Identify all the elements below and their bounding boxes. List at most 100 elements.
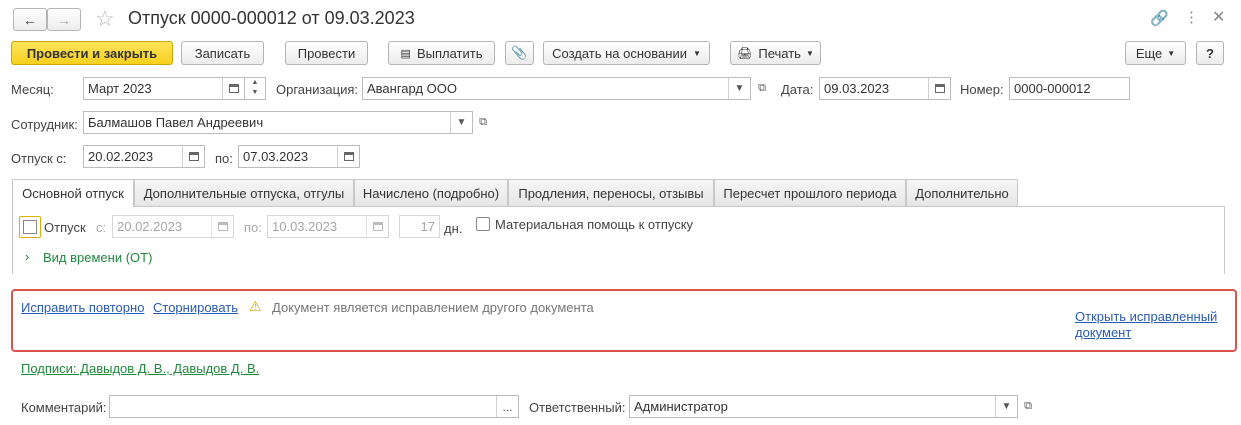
number-field[interactable]: 0000-000012 bbox=[1009, 77, 1130, 100]
back-button[interactable]: ← bbox=[13, 8, 47, 31]
organization-value: Авангард ООО bbox=[367, 81, 457, 96]
arrow-right-icon: → bbox=[57, 11, 71, 28]
save-label: Записать bbox=[194, 45, 251, 61]
vacation-from-field[interactable]: 20.02.2023 bbox=[83, 145, 205, 168]
main-from-field: 20.02.2023 bbox=[112, 215, 234, 238]
open-corrected-link[interactable]: Открыть исправленный документ bbox=[1075, 309, 1217, 341]
employee-field[interactable]: Балмашов Павел Андреевич ▼ bbox=[83, 111, 473, 134]
help-label: ? bbox=[1206, 45, 1214, 61]
create-based-on-button[interactable]: Создать на основании ▼ bbox=[543, 41, 710, 65]
arrow-left-icon: ← bbox=[23, 11, 37, 28]
employee-value: Балмашов Павел Андреевич bbox=[88, 115, 264, 130]
comment-field[interactable]: ... bbox=[109, 395, 519, 418]
create-based-on-label: Создать на основании bbox=[552, 45, 687, 61]
dropdown-arrow-icon[interactable]: ▼ bbox=[450, 112, 472, 133]
dropdown-arrow-icon: ▼ bbox=[805, 48, 814, 58]
dropdown-arrow-icon: ▼ bbox=[1167, 48, 1176, 58]
chevron-right-icon[interactable]: › bbox=[25, 249, 29, 264]
calendar-icon[interactable] bbox=[337, 146, 359, 167]
employee-label: Сотрудник: bbox=[11, 117, 78, 132]
comment-label: Комментарий: bbox=[21, 400, 107, 415]
number-value: 0000-000012 bbox=[1014, 81, 1091, 96]
date-field[interactable]: 09.03.2023 bbox=[819, 77, 951, 100]
calendar-icon[interactable] bbox=[928, 78, 950, 99]
tab-additional-vacations[interactable]: Дополнительные отпуска, отгулы bbox=[134, 179, 354, 206]
calendar-icon[interactable] bbox=[182, 146, 204, 167]
pay-button[interactable]: ▤ Выплатить bbox=[388, 41, 495, 65]
pay-label: Выплатить bbox=[416, 45, 483, 61]
attach-button[interactable]: 📎 bbox=[505, 41, 534, 65]
organization-label: Организация: bbox=[276, 82, 359, 97]
print-button[interactable]: 🖨 Печать ▼ bbox=[730, 41, 821, 65]
vacation-checkbox-label: Отпуск bbox=[44, 220, 86, 235]
print-label: Печать bbox=[758, 45, 801, 61]
tab-label: Дополнительно bbox=[915, 185, 1009, 201]
vacation-from-label: Отпуск с: bbox=[11, 151, 67, 166]
printer-icon: 🖨 bbox=[737, 46, 753, 60]
fix-again-link[interactable]: Исправить повторно bbox=[21, 300, 144, 315]
favorite-star-icon[interactable]: ☆ bbox=[95, 6, 115, 32]
save-button[interactable]: Записать bbox=[181, 41, 264, 65]
pay-icon: ▤ bbox=[400, 47, 411, 60]
days-value: 17 bbox=[420, 219, 435, 234]
vacation-to-label: по: bbox=[215, 151, 233, 166]
date-label: Дата: bbox=[781, 82, 814, 97]
vacation-checkbox[interactable] bbox=[19, 216, 41, 238]
dropdown-arrow-icon[interactable]: ▼ bbox=[995, 396, 1017, 417]
month-value: Март 2023 bbox=[88, 81, 152, 96]
close-icon[interactable]: ✕ bbox=[1212, 7, 1225, 27]
open-corrected-line2: документ bbox=[1075, 325, 1132, 340]
tab-label: Основной отпуск bbox=[22, 186, 124, 201]
organization-field[interactable]: Авангард ООО ▼ bbox=[362, 77, 751, 100]
dropdown-arrow-icon: ▼ bbox=[692, 48, 701, 58]
calendar-icon bbox=[366, 216, 388, 237]
month-stepper[interactable]: ▲ ▼ bbox=[245, 77, 266, 100]
vacation-from-value: 20.02.2023 bbox=[88, 149, 154, 164]
tab-label: Дополнительные отпуска, отгулы bbox=[143, 185, 345, 201]
post-and-close-button[interactable]: Провести и закрыть bbox=[11, 41, 173, 65]
open-corrected-line1: Открыть исправленный bbox=[1075, 309, 1218, 324]
open-responsible-icon[interactable]: ⧉ bbox=[1019, 395, 1037, 418]
days-field: 17 bbox=[399, 215, 440, 238]
material-aid-checkbox[interactable] bbox=[476, 217, 490, 231]
responsible-label: Ответственный: bbox=[529, 400, 626, 415]
tab-label: Продления, переносы, отзывы bbox=[518, 185, 704, 201]
storno-link[interactable]: Сторнировать bbox=[153, 300, 238, 315]
tab-label: Пересчет прошлого периода bbox=[723, 185, 897, 201]
number-label: Номер: bbox=[960, 82, 1004, 97]
main-to-field: 10.03.2023 bbox=[267, 215, 389, 238]
time-type-link[interactable]: Вид времени (ОТ) bbox=[43, 250, 152, 265]
tab-main-vacation[interactable]: Основной отпуск bbox=[12, 179, 134, 207]
tab-extensions[interactable]: Продления, переносы, отзывы bbox=[508, 179, 714, 206]
ellipsis-icon[interactable]: ... bbox=[496, 396, 518, 417]
help-button[interactable]: ? bbox=[1196, 41, 1224, 65]
main-from-value: 20.02.2023 bbox=[117, 219, 183, 234]
warning-icon: ⚠ bbox=[249, 298, 262, 314]
open-employee-icon[interactable]: ⧉ bbox=[474, 111, 492, 134]
tab-additional[interactable]: Дополнительно bbox=[906, 179, 1018, 206]
main-from-label: с: bbox=[96, 220, 107, 235]
more-button[interactable]: Еще ▼ bbox=[1125, 41, 1186, 65]
material-aid-label: Материальная помощь к отпуску bbox=[495, 217, 694, 232]
open-organization-icon[interactable]: ⧉ bbox=[753, 77, 771, 100]
tab-recalculation[interactable]: Пересчет прошлого периода bbox=[714, 179, 906, 206]
vacation-to-field[interactable]: 07.03.2023 bbox=[238, 145, 360, 168]
post-button[interactable]: Провести bbox=[285, 41, 368, 65]
responsible-field[interactable]: Администратор ▼ bbox=[629, 395, 1018, 418]
more-vertical-icon[interactable]: ⋮ bbox=[1184, 8, 1199, 26]
signatures-link[interactable]: Подписи: Давыдов Д. В., Давыдов Д. В. bbox=[21, 361, 259, 376]
post-and-close-label: Провести и закрыть bbox=[26, 45, 158, 61]
main-to-label: по: bbox=[244, 220, 262, 235]
month-field[interactable]: Март 2023 bbox=[83, 77, 245, 100]
window-title: Отпуск 0000-000012 от 09.03.2023 bbox=[128, 8, 415, 28]
link-icon[interactable]: 🔗 bbox=[1150, 9, 1169, 27]
tab-accrued-detailed[interactable]: Начислено (подробно) bbox=[354, 179, 508, 206]
dropdown-arrow-icon[interactable]: ▼ bbox=[728, 78, 750, 99]
month-label: Месяц: bbox=[11, 82, 54, 97]
main-to-value: 10.03.2023 bbox=[272, 219, 338, 234]
paperclip-icon: 📎 bbox=[511, 45, 528, 60]
calendar-icon[interactable] bbox=[222, 78, 244, 99]
days-unit-label: дн. bbox=[444, 221, 463, 236]
vacation-to-value: 07.03.2023 bbox=[243, 149, 309, 164]
forward-button[interactable]: → bbox=[47, 8, 81, 31]
